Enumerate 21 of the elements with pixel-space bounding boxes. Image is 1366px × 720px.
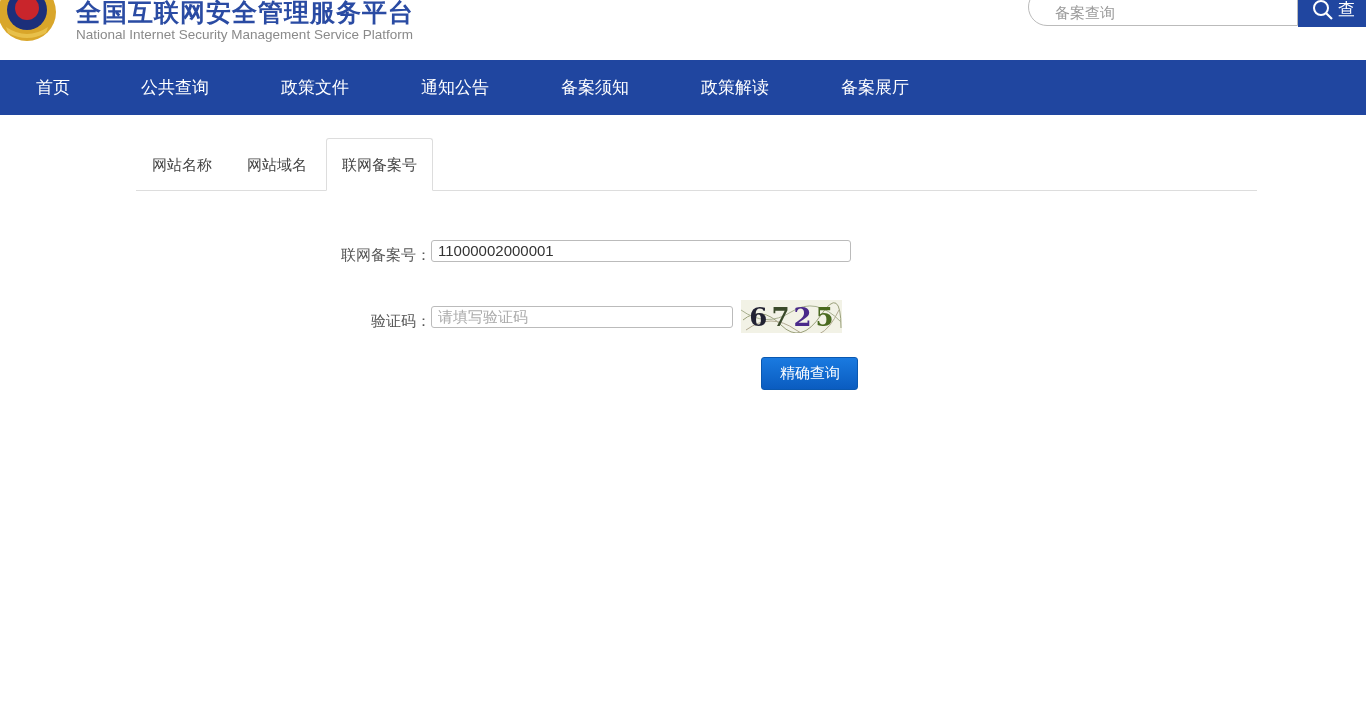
site-title: 全国互联网安全管理服务平台 bbox=[76, 0, 414, 27]
captcha-image: 6 7 2 5 bbox=[741, 300, 842, 333]
search-button[interactable]: 查 bbox=[1298, 0, 1366, 27]
search-field[interactable]: 备案查询 bbox=[1028, 0, 1298, 26]
tab[interactable]: 联网备案号 bbox=[326, 138, 433, 191]
tab[interactable]: 网站名称 bbox=[136, 138, 228, 191]
nav-link[interactable]: 通知公告 bbox=[421, 76, 489, 99]
captcha-field[interactable]: 请填写验证码 bbox=[431, 305, 733, 328]
exact-search-button[interactable]: 精确查询 bbox=[761, 357, 858, 390]
field-label: 联网备案号： bbox=[340, 246, 431, 265]
nav-link[interactable]: 首页 bbox=[36, 76, 70, 99]
search-icon bbox=[1312, 0, 1334, 21]
nav-link[interactable]: 政策解读 bbox=[701, 76, 769, 99]
nav-link[interactable]: 备案展厅 bbox=[841, 76, 909, 99]
tab[interactable]: 网站域名 bbox=[231, 138, 323, 191]
nav-link[interactable]: 政策文件 bbox=[281, 76, 349, 99]
nav-link[interactable]: 备案须知 bbox=[561, 76, 629, 99]
nav-link[interactable]: 公共查询 bbox=[141, 76, 209, 99]
record-number-field[interactable]: 11000002000001 bbox=[431, 239, 851, 262]
field-label: 验证码： bbox=[370, 312, 431, 331]
site-subtitle: National Internet Security Management Service Platform bbox=[76, 27, 414, 42]
